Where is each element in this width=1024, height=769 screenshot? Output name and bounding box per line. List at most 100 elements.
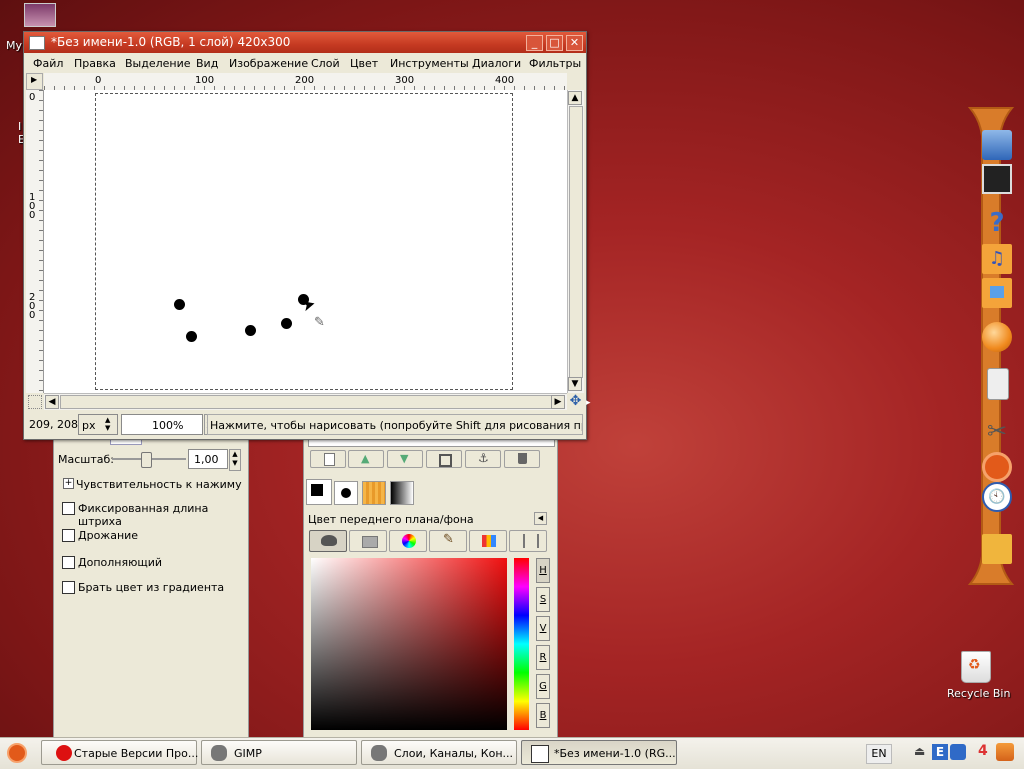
expand-icon[interactable]: + — [63, 478, 74, 489]
scale-stepper[interactable]: ▲ ▼ — [229, 449, 241, 471]
picture-icon — [990, 286, 1004, 298]
menu-edit[interactable]: Правка — [74, 57, 116, 70]
zoom-field[interactable]: 100% — [121, 414, 203, 435]
menu-filters[interactable]: Фильтры — [529, 57, 581, 70]
incremental-checkbox[interactable] — [62, 556, 75, 569]
delete-layer-button[interactable] — [504, 450, 540, 468]
start-menu-icon[interactable] — [7, 743, 27, 763]
maximize-button[interactable]: □ — [546, 35, 563, 51]
fg-bg-swatch-icon — [310, 483, 324, 497]
lower-layer-button[interactable]: ▼ — [387, 450, 423, 468]
triangle-selector-button[interactable] — [389, 530, 427, 552]
cmyk-selector-button[interactable] — [349, 530, 387, 552]
channel-g-button[interactable]: G — [536, 674, 550, 699]
new-layer-button[interactable] — [310, 450, 346, 468]
palette-selector-button[interactable] — [469, 530, 507, 552]
menu-image[interactable]: Изображение — [229, 57, 308, 70]
desktop-icon-top[interactable] — [24, 3, 56, 27]
scroll-left-button[interactable]: ◀ — [45, 395, 59, 409]
tray-volume-icon[interactable] — [996, 743, 1014, 761]
channel-v-button[interactable]: V — [536, 616, 550, 641]
horizontal-scroll-thumb[interactable] — [60, 395, 552, 409]
brush-icon: ✎ — [443, 532, 454, 547]
tab-gradients[interactable] — [390, 481, 414, 505]
fixed-length-checkbox[interactable] — [62, 502, 75, 515]
anchor-layer-button[interactable]: ⚓ — [465, 450, 501, 468]
help-icon[interactable]: ? — [982, 208, 1012, 238]
watercolor-selector-button[interactable]: ✎ — [429, 530, 467, 552]
horizontal-ruler[interactable]: 0 100 200 300 400 — [44, 73, 567, 91]
image-window-titlebar[interactable]: *Без имени-1.0 (RGB, 1 слой) 420x300 _ □… — [24, 32, 586, 53]
menu-layer[interactable]: Слой — [311, 57, 340, 70]
task-browser[interactable]: Старые Версии Про... — [41, 740, 198, 765]
tray-e-icon[interactable]: E — [932, 744, 948, 760]
gimp-icon — [211, 745, 227, 761]
close-button[interactable]: ✕ — [566, 35, 583, 51]
dock-menu-button[interactable]: ◀ — [534, 512, 547, 525]
menu-tools[interactable]: Инструменты — [390, 57, 469, 70]
vertical-ruler[interactable]: 0 1 0 0 2 0 0 — [26, 90, 44, 393]
menu-select[interactable]: Выделение — [125, 57, 191, 70]
ubuntu-icon[interactable] — [982, 452, 1012, 482]
network-computer-icon[interactable] — [982, 130, 1012, 160]
language-indicator[interactable]: EN — [866, 744, 892, 764]
menu-colors[interactable]: Цвет — [350, 57, 378, 70]
arrow-up-icon: ▲ — [361, 452, 370, 465]
channel-s-button[interactable]: S — [536, 587, 550, 612]
navigate-icon[interactable]: ✥ — [568, 394, 583, 409]
pictures-folder-icon[interactable] — [982, 278, 1012, 308]
recycle-bin-icon[interactable]: ♻ — [961, 651, 991, 683]
tray-network-icon[interactable]: 4 — [978, 743, 996, 761]
raise-layer-button[interactable]: ▲ — [348, 450, 384, 468]
ruler-v-ticks — [39, 90, 43, 393]
minimize-button[interactable]: _ — [526, 35, 543, 51]
tray-app-icon[interactable] — [950, 744, 966, 760]
clock-icon[interactable]: 🕙 — [982, 482, 1012, 512]
image-canvas[interactable]: ➤ ✎ — [44, 90, 567, 393]
scroll-down-button[interactable]: ▼ — [568, 377, 582, 391]
eject-icon[interactable]: ⏏ — [914, 744, 925, 758]
quick-mask-corner[interactable]: ▶ — [26, 73, 43, 90]
tab-patterns[interactable] — [362, 481, 386, 505]
scales-selector-button[interactable] — [509, 530, 547, 552]
hue-strip[interactable] — [514, 558, 529, 730]
recycle-box-icon[interactable] — [982, 534, 1012, 564]
task-layers-dock[interactable]: Слои, Каналы, Кон... — [361, 740, 517, 765]
scroll-right-button[interactable]: ▶ — [551, 395, 565, 409]
ruler-h-label: 0 — [95, 75, 102, 86]
scale-slider[interactable] — [112, 452, 186, 468]
music-folder-icon[interactable]: ♫ — [982, 244, 1012, 274]
tools-icon[interactable]: ✂ — [982, 416, 1012, 446]
brush-stroke-dot — [174, 299, 185, 310]
ipod-icon[interactable] — [987, 368, 1009, 400]
pressure-sensitivity-expander[interactable]: Чувствительность к нажиму — [76, 478, 242, 491]
horizontal-scrollbar[interactable]: ◀ ▶ — [44, 393, 567, 410]
menu-view[interactable]: Вид — [196, 57, 218, 70]
menu-dialogs[interactable]: Диалоги — [472, 57, 521, 70]
duplicate-layer-button[interactable] — [426, 450, 462, 468]
scroll-up-button[interactable]: ▲ — [568, 91, 582, 105]
zoom-toggle-icon[interactable] — [28, 395, 42, 409]
tab-brushes[interactable] — [334, 481, 358, 505]
display-icon[interactable] — [982, 164, 1012, 194]
printer-icon — [362, 536, 378, 548]
tab-layers-color[interactable] — [306, 479, 332, 505]
gimp-selector-button[interactable] — [309, 530, 347, 552]
channel-h-button[interactable]: H — [536, 558, 550, 583]
channel-b-button[interactable]: B — [536, 703, 550, 728]
gradient-color-checkbox[interactable] — [62, 581, 75, 594]
channel-r-button[interactable]: R — [536, 645, 550, 670]
unit-selector[interactable]: px ▲ ▼ — [78, 414, 118, 435]
desktop-label-my: My — [6, 39, 23, 52]
jitter-checkbox[interactable] — [62, 529, 75, 542]
ruler-h-label: 200 — [295, 75, 315, 86]
menu-file[interactable]: Файл — [33, 57, 63, 70]
task-gimp[interactable]: GIMP — [201, 740, 357, 765]
media-player-icon[interactable] — [982, 322, 1012, 352]
task-image-window[interactable]: *Без имени-1.0 (RG... — [521, 740, 677, 765]
saturation-value-area[interactable] — [311, 558, 507, 730]
vertical-scrollbar[interactable]: ▲ ▼ — [567, 90, 584, 393]
vertical-scroll-thumb[interactable] — [569, 106, 583, 378]
scale-slider-thumb[interactable] — [141, 452, 152, 468]
scale-value-field[interactable]: 1,00 — [188, 449, 228, 469]
